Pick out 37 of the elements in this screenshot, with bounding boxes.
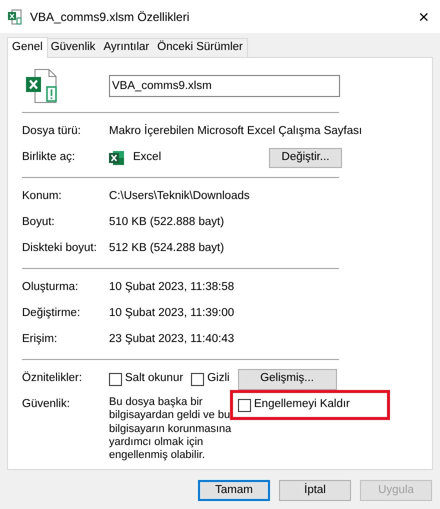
tab[interactable]: Ayrıntılar [99, 38, 154, 57]
excel-icon [109, 150, 125, 166]
checkbox-label: Gizli [207, 371, 230, 386]
field-label: Güvenlik: [22, 397, 71, 412]
checkbox[interactable] [191, 372, 204, 386]
dialog-button[interactable]: İptal [279, 480, 351, 501]
field-label: Diskteki boyut: [22, 241, 98, 256]
field-label: Konum: [22, 189, 63, 204]
checkbox-label: Engellemeyi Kaldır [254, 397, 350, 412]
field-label: Değiştirme: [22, 306, 82, 322]
field-label: Oluşturma: [22, 280, 80, 296]
close-button[interactable]: × [418, 8, 429, 26]
field-value: 512 KB (524.288 bayt) [109, 241, 224, 256]
field-label: Birlikte aç: [22, 150, 76, 166]
field-label: Erişim: [22, 332, 58, 348]
checkbox[interactable] [109, 372, 122, 386]
dialog-button[interactable]: Tamam [198, 480, 270, 501]
field-value: 23 Şubat 2023, 11:40:43 [109, 332, 234, 348]
advanced-button[interactable]: Gelişmiş... [238, 368, 337, 390]
field-value: Makro İçerebilen Microsoft Excel Çalışma Sayfası [109, 123, 362, 140]
app-name: Excel [133, 150, 162, 166]
field-label: Öznitelikler: [22, 370, 84, 386]
field-label: Dosya türü: [22, 124, 82, 140]
field-value: 510 KB (522.888 bayt) [109, 215, 224, 230]
change-button[interactable]: Değiştir... [269, 148, 342, 168]
field-value: 10 Şubat 2023, 11:38:58 [109, 280, 234, 296]
file-name-field[interactable]: VBA_comms9.xlsm [109, 75, 340, 97]
field-value: C:\Users\Teknik\Downloads [109, 189, 250, 204]
field-value: 10 Şubat 2023, 11:39:00 [109, 306, 234, 322]
security-note: Bu dosya başka bir bilgisayardan geldi ve bu bilgisayarın korunmasına yardımcı olmak için engellenmiş olabilir. [109, 396, 232, 462]
tab[interactable]: Önceki Sürümler [153, 38, 248, 57]
excel-file-icon [7, 8, 23, 24]
window-title: VBA_comms9.xlsm Özellikleri [30, 8, 190, 26]
field-label: Boyut: [22, 215, 56, 230]
checkbox-label: Salt okunur [125, 371, 184, 386]
tab[interactable]: Genel [7, 37, 48, 58]
checkbox[interactable] [238, 398, 251, 412]
